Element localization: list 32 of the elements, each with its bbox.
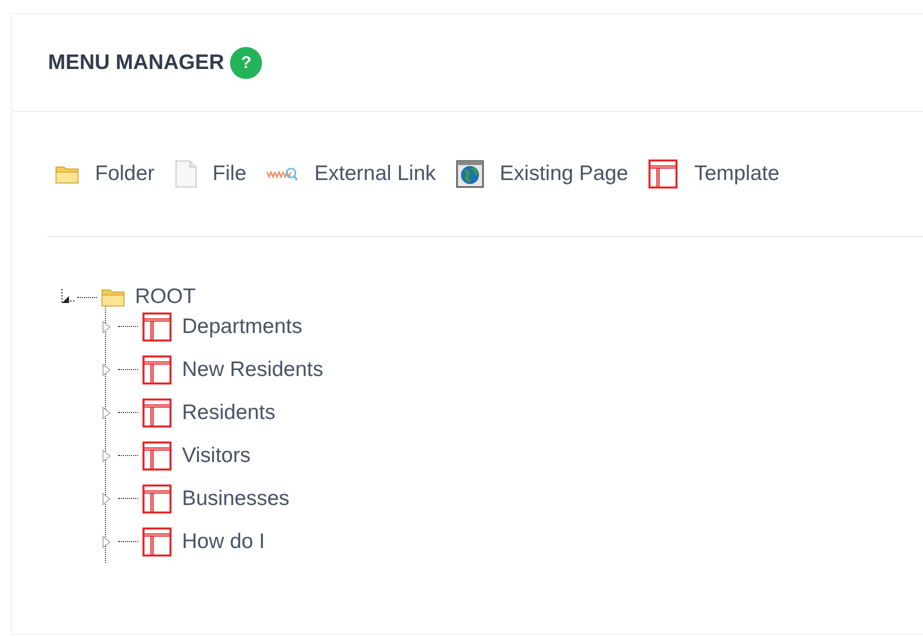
toolbar-item[interactable]: External Link — [314, 162, 436, 186]
expand-toggle-icon[interactable] — [102, 406, 112, 420]
globe-window-icon — [456, 160, 484, 188]
layout-icon — [648, 159, 678, 189]
tree-item[interactable]: Residents — [182, 400, 276, 424]
toolbar-item[interactable]: Template — [694, 162, 780, 186]
layout-icon — [142, 526, 172, 556]
expand-toggle-icon[interactable] — [102, 492, 112, 506]
folder-icon — [101, 287, 125, 307]
document-icon — [174, 160, 197, 188]
tree-item[interactable]: Visitors — [182, 444, 250, 468]
tree-item[interactable]: Businesses — [182, 486, 290, 510]
layout-icon — [142, 398, 172, 428]
expand-toggle-icon[interactable] — [102, 320, 112, 334]
layout-icon — [142, 354, 172, 384]
tree-item[interactable]: ROOT — [135, 285, 196, 309]
layout-icon — [142, 484, 172, 514]
toolbar-item[interactable]: File — [212, 162, 246, 186]
tree-item[interactable]: Departments — [182, 314, 302, 338]
www-magnifier-icon — [266, 166, 298, 182]
folder-icon — [55, 164, 79, 184]
layout-icon — [142, 312, 172, 342]
tree-item[interactable]: New Residents — [182, 358, 324, 382]
collapse-toggle-icon[interactable] — [61, 289, 75, 305]
expand-toggle-icon[interactable] — [102, 534, 112, 548]
toolbar-item[interactable]: Existing Page — [500, 162, 628, 186]
toolbar-item[interactable]: Folder — [95, 162, 155, 186]
tree-item[interactable]: How do I — [182, 530, 265, 554]
layout-icon — [142, 440, 172, 470]
panel-title: MENU MANAGER — [48, 50, 224, 74]
expand-toggle-icon[interactable] — [102, 448, 112, 462]
expand-toggle-icon[interactable] — [102, 362, 112, 376]
